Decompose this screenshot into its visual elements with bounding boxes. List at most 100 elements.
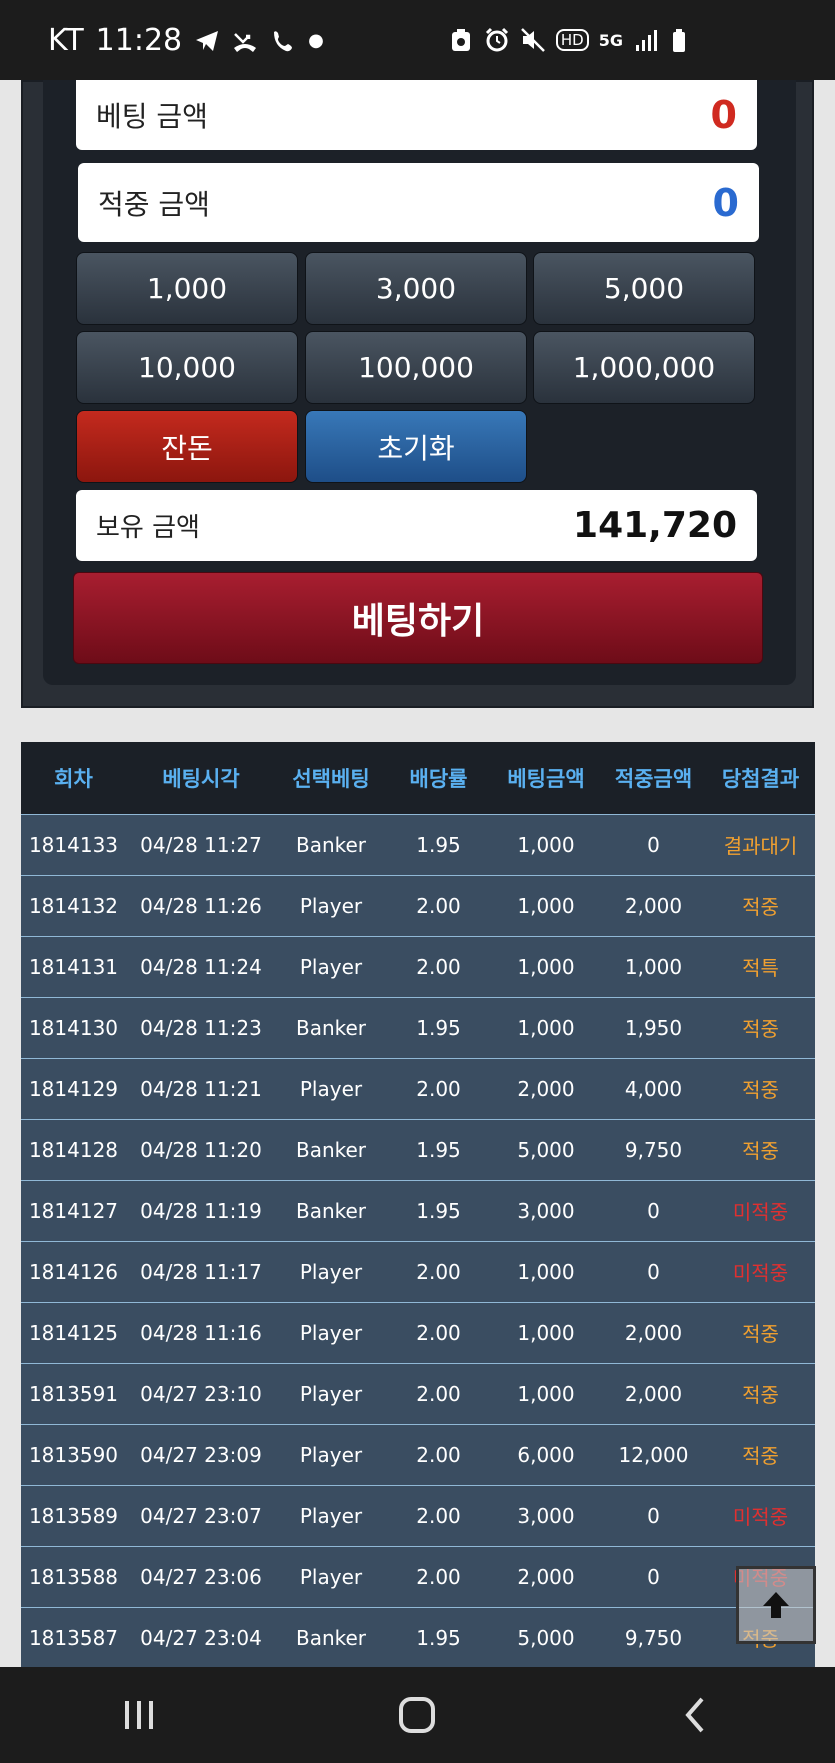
table-cell: 04/27 23:07 xyxy=(140,1503,262,1528)
table-row: 1814129 04/28 11:21 Player 2.00 2,000 4,000 적중 xyxy=(21,1058,815,1119)
table-cell: 1.95 xyxy=(416,832,461,857)
chip-100000-button[interactable]: 100,000 xyxy=(305,331,527,404)
table-cell: 04/28 11:24 xyxy=(140,954,262,979)
table-cell: 1813588 xyxy=(28,1564,119,1589)
table-cell: 2.00 xyxy=(416,1503,461,1528)
table-cell: 04/28 11:17 xyxy=(140,1259,262,1284)
table-cell: 2,000 xyxy=(624,1381,683,1406)
chip-1000-button[interactable]: 1,000 xyxy=(76,252,298,325)
table-cell: Player xyxy=(299,954,363,979)
mute-icon xyxy=(520,27,546,53)
table-cell: 5,000 xyxy=(517,1625,575,1650)
table-cell: Player xyxy=(299,1381,363,1406)
table-cell: Banker xyxy=(295,1015,367,1040)
recents-button[interactable] xyxy=(109,1685,169,1745)
column-header: 베팅시각 xyxy=(162,766,240,791)
table-cell: Player xyxy=(299,1259,363,1284)
chip-3000-button[interactable]: 3,000 xyxy=(305,252,527,325)
recycle-icon xyxy=(448,27,474,53)
table-cell: 04/28 11:20 xyxy=(140,1137,262,1162)
result-cell: 적중 xyxy=(742,1078,779,1102)
clock: 11:28 xyxy=(95,22,183,58)
table-header-row: 회차 베팅시각 선택베팅 배당률 베팅금액 적중금액 당첨결과 xyxy=(21,742,815,814)
table-row: 1814132 04/28 11:26 Player 2.00 1,000 2,000 적중 xyxy=(21,875,815,936)
table-cell: 04/28 11:19 xyxy=(140,1198,262,1223)
table-cell: 1,000 xyxy=(517,1381,575,1406)
table-cell: 1,000 xyxy=(517,893,575,918)
table-cell: 1.95 xyxy=(416,1198,461,1223)
chip-1000000-button[interactable]: 1,000,000 xyxy=(533,331,755,404)
table-cell: 2,000 xyxy=(517,1564,575,1589)
submit-bet-button[interactable]: 베팅하기 xyxy=(73,572,763,664)
battery-icon xyxy=(669,27,695,53)
table-cell: 04/28 11:23 xyxy=(140,1015,262,1040)
table-cell: 2.00 xyxy=(416,1259,461,1284)
table-cell: 2,000 xyxy=(624,1320,683,1345)
bet-amount-label: 베팅 금액 xyxy=(96,100,208,133)
result-cell: 적중 xyxy=(742,1383,779,1407)
table-cell: 1,950 xyxy=(624,1015,683,1040)
table-cell: 04/27 23:04 xyxy=(140,1625,262,1650)
scroll-top-button[interactable] xyxy=(736,1566,816,1644)
back-button[interactable] xyxy=(666,1685,726,1745)
bet-amount-box: 베팅 금액 0 xyxy=(76,80,757,150)
home-icon xyxy=(399,1697,436,1733)
table-row: 1814133 04/28 11:27 Banker 1.95 1,000 0 결과대기 xyxy=(21,814,815,875)
table-cell: 0 xyxy=(647,1198,660,1223)
home-button[interactable] xyxy=(387,1685,447,1745)
network-type: 5G xyxy=(598,30,623,50)
table-cell: 1.95 xyxy=(416,1015,461,1040)
table-cell: 1814129 xyxy=(28,1076,119,1101)
result-cell: 적중 xyxy=(742,1322,779,1346)
wifi-call-icon xyxy=(270,27,296,53)
table-cell: 1.95 xyxy=(416,1137,461,1162)
signal-icon xyxy=(633,27,659,53)
table-cell: 04/27 23:06 xyxy=(140,1564,262,1589)
result-cell: 적중 xyxy=(742,1444,779,1468)
balance-value: 141,720 xyxy=(573,505,737,546)
table-cell: 6,000 xyxy=(517,1442,575,1467)
table-cell: Player xyxy=(299,1564,363,1589)
chip-10000-button[interactable]: 10,000 xyxy=(76,331,298,404)
table-cell: 1,000 xyxy=(517,954,575,979)
result-cell: 적중 xyxy=(742,1017,779,1041)
table-cell: 2.00 xyxy=(416,1442,461,1467)
table-cell: 3,000 xyxy=(517,1503,575,1528)
table-cell: 2,000 xyxy=(624,893,683,918)
table-cell: 4,000 xyxy=(624,1076,683,1101)
column-header: 배당률 xyxy=(409,766,468,791)
table-cell: 1814132 xyxy=(28,893,119,918)
bet-history-table: 회차 베팅시각 선택베팅 배당률 베팅금액 적중금액 당첨결과 1814133 04/28 1… xyxy=(21,742,815,1667)
balance-label: 보유 금액 xyxy=(96,513,200,543)
table-cell: 1.95 xyxy=(416,1625,461,1650)
column-header: 회차 xyxy=(54,766,93,791)
table-cell: 04/28 11:26 xyxy=(140,893,262,918)
table-cell: 1814127 xyxy=(28,1198,119,1223)
column-header: 적중금액 xyxy=(614,766,693,791)
table-cell: 1,000 xyxy=(517,1015,575,1040)
table-cell: 2.00 xyxy=(416,1564,461,1589)
reset-button[interactable]: 초기화 xyxy=(305,410,527,483)
android-nav-bar xyxy=(0,1667,835,1763)
table-cell: 2.00 xyxy=(416,1320,461,1345)
result-cell: 결과대기 xyxy=(723,834,798,858)
result-cell: 적특 xyxy=(742,956,779,980)
carrier-label: KT xyxy=(48,22,84,58)
column-header: 베팅금액 xyxy=(507,766,585,791)
table-cell: 2.00 xyxy=(416,954,461,979)
table-cell: 0 xyxy=(647,1564,660,1589)
table-cell: 5,000 xyxy=(517,1137,575,1162)
arrow-up-icon xyxy=(763,1592,789,1618)
table-row: 1814130 04/28 11:23 Banker 1.95 1,000 1,950 적중 xyxy=(21,997,815,1058)
table-cell: 12,000 xyxy=(618,1442,689,1467)
table-cell: 0 xyxy=(647,832,660,857)
change-button[interactable]: 잔돈 xyxy=(76,410,298,483)
table-cell: 2.00 xyxy=(416,893,461,918)
table-cell: Player xyxy=(299,1320,363,1345)
table-cell: 1813590 xyxy=(28,1442,119,1467)
result-cell: 적중 xyxy=(742,1139,779,1163)
recents-icon xyxy=(125,1701,154,1729)
table-cell: 2.00 xyxy=(416,1076,461,1101)
chip-5000-button[interactable]: 5,000 xyxy=(533,252,755,325)
balance-box: 보유 금액 141,720 xyxy=(76,490,757,561)
